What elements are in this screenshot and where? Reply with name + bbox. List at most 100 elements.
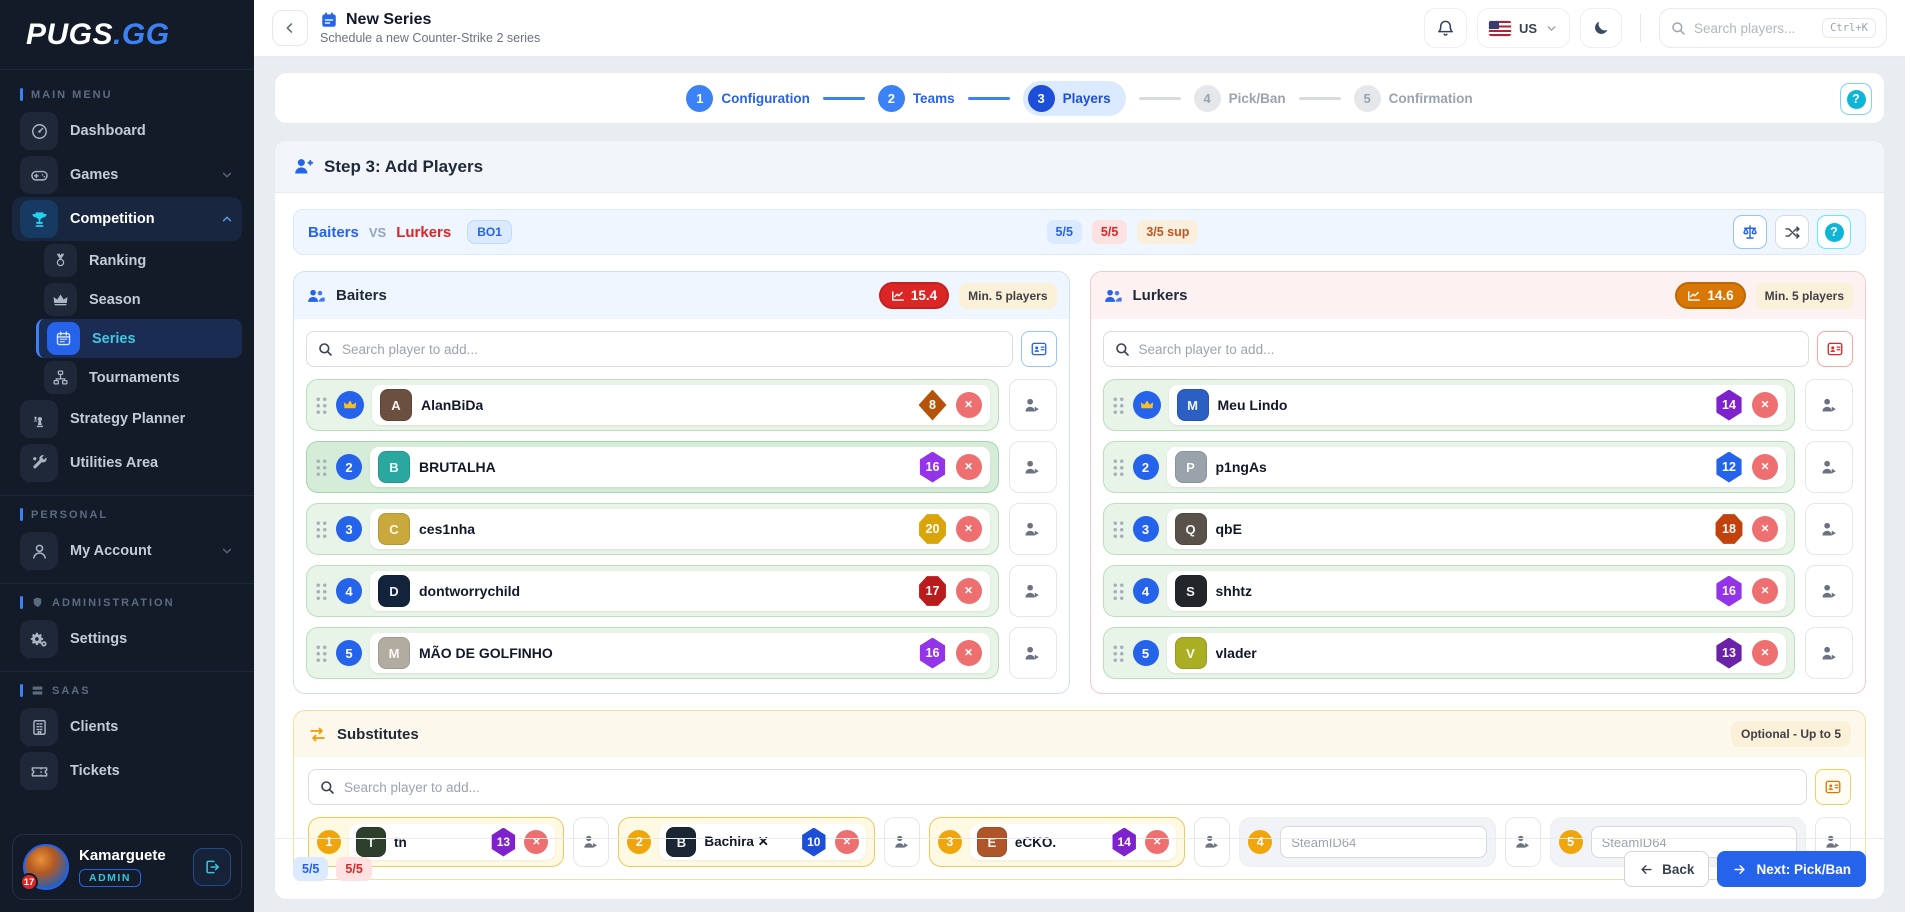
drag-handle-icon[interactable] xyxy=(315,396,328,415)
users-icon xyxy=(306,286,326,306)
remove-player-button[interactable] xyxy=(956,640,982,666)
dashboard-icon xyxy=(20,112,58,150)
top-header: New Series Schedule a new Counter-Strike… xyxy=(254,0,1905,56)
baiters-search-row xyxy=(306,331,1057,367)
person-arrow-icon xyxy=(1820,458,1839,477)
player-name: MÃO DE GOLFINHO xyxy=(419,645,553,661)
move-to-substitute-button[interactable] xyxy=(1805,503,1853,555)
lurkers-search-input[interactable] xyxy=(1139,342,1799,357)
sidebar-item-games[interactable]: Games xyxy=(12,153,242,197)
remove-player-button[interactable] xyxy=(956,578,982,604)
player-avatar: S xyxy=(1175,575,1207,607)
match-bar-actions xyxy=(1733,215,1851,249)
calendar-icon xyxy=(320,11,338,29)
min-players-badge: Min. 5 players xyxy=(1756,283,1853,309)
back-button[interactable]: Back xyxy=(1624,851,1709,887)
baiters-player-search[interactable] xyxy=(306,331,1013,367)
move-to-substitute-button[interactable] xyxy=(1805,441,1853,493)
sidebar-item-ranking[interactable]: Ranking xyxy=(36,241,242,280)
team-panels-row: Baiters 15.4 Min. 5 players xyxy=(293,271,1866,694)
sidebar-item-dashboard[interactable]: Dashboard xyxy=(12,109,242,153)
captain-crown-badge xyxy=(1133,391,1161,419)
drag-handle-icon[interactable] xyxy=(315,582,328,601)
move-to-substitute-button[interactable] xyxy=(1805,627,1853,679)
rating-badge: 13 xyxy=(1715,638,1743,669)
drag-handle-icon[interactable] xyxy=(315,520,328,539)
move-to-substitute-button[interactable] xyxy=(1805,565,1853,617)
sidebar-item-strategy-planner[interactable]: Strategy Planner xyxy=(12,397,242,441)
sidebar-item-season[interactable]: Season xyxy=(36,280,242,319)
drag-handle-icon[interactable] xyxy=(315,458,328,477)
locale-selector[interactable]: US xyxy=(1477,8,1570,48)
step-connector xyxy=(823,97,865,100)
logout-button[interactable] xyxy=(193,848,231,886)
step-players[interactable]: 3 Players xyxy=(1023,81,1126,116)
remove-player-button[interactable] xyxy=(1752,640,1778,666)
lurkers-search-row xyxy=(1103,331,1854,367)
player-row: M Meu Lindo 14 xyxy=(1103,379,1854,431)
remove-player-button[interactable] xyxy=(956,392,982,418)
sidebar-item-settings[interactable]: Settings xyxy=(12,617,242,661)
next-pick-ban-button[interactable]: Next: Pick/Ban xyxy=(1717,851,1866,887)
player-avatar: Q xyxy=(1175,513,1207,545)
dark-mode-toggle[interactable] xyxy=(1580,8,1622,48)
team-b-count-badge: 5/5 xyxy=(336,857,371,881)
step-configuration[interactable]: 1 Configuration xyxy=(686,85,809,112)
step-teams[interactable]: 2 Teams xyxy=(878,85,955,112)
drag-handle-icon[interactable] xyxy=(1112,396,1125,415)
step-number: 2 xyxy=(878,85,905,112)
sidebar-item-competition[interactable]: Competition xyxy=(12,197,242,241)
rating-badge: 14 xyxy=(1715,390,1743,421)
back-chevron-button[interactable] xyxy=(272,10,308,46)
remove-player-button[interactable] xyxy=(1752,454,1778,480)
sidebar-item-tickets[interactable]: Tickets xyxy=(12,749,242,793)
move-to-substitute-button[interactable] xyxy=(1009,379,1057,431)
subs-add-by-id-button[interactable] xyxy=(1815,769,1851,805)
remove-player-button[interactable] xyxy=(1752,392,1778,418)
move-to-substitute-button[interactable] xyxy=(1009,503,1057,555)
chevron-down-icon xyxy=(220,168,234,182)
sidebar-item-utilities-area[interactable]: Utilities Area xyxy=(12,441,242,485)
drag-handle-icon[interactable] xyxy=(1112,520,1125,539)
baiters-search-input[interactable] xyxy=(342,342,1002,357)
players-help-button[interactable] xyxy=(1817,215,1851,249)
drag-handle-icon[interactable] xyxy=(1112,644,1125,663)
remove-player-button[interactable] xyxy=(1752,578,1778,604)
move-to-substitute-button[interactable] xyxy=(1009,627,1057,679)
move-to-substitute-button[interactable] xyxy=(1009,565,1057,617)
move-to-substitute-button[interactable] xyxy=(1009,441,1057,493)
subs-player-search[interactable] xyxy=(308,769,1807,805)
question-icon xyxy=(1847,90,1866,109)
lurkers-player-search[interactable] xyxy=(1103,331,1810,367)
drag-handle-icon[interactable] xyxy=(315,644,328,663)
tools-icon xyxy=(20,444,58,482)
remove-player-button[interactable] xyxy=(956,454,982,480)
remove-player-button[interactable] xyxy=(956,516,982,542)
drag-handle-icon[interactable] xyxy=(1112,458,1125,477)
sidebar-item-series[interactable]: Series xyxy=(36,319,242,358)
bracket-icon xyxy=(44,361,77,394)
shuffle-players-button[interactable] xyxy=(1775,215,1809,249)
sidebar-item-tournaments[interactable]: Tournaments xyxy=(36,358,242,397)
lurkers-add-by-id-button[interactable] xyxy=(1817,331,1853,367)
sidebar-item-my-account[interactable]: My Account xyxy=(12,529,242,573)
stepper-help-button[interactable] xyxy=(1840,83,1872,115)
step-label: Teams xyxy=(913,91,955,106)
remove-player-button[interactable] xyxy=(1752,516,1778,542)
move-to-substitute-button[interactable] xyxy=(1805,379,1853,431)
notifications-button[interactable] xyxy=(1424,8,1467,48)
user-card[interactable]: 17 Kamarguete ADMIN xyxy=(12,834,242,900)
baiters-add-by-id-button[interactable] xyxy=(1021,331,1057,367)
search-input[interactable] xyxy=(1694,21,1814,36)
sidebar-item-clients[interactable]: Clients xyxy=(12,705,242,749)
drag-handle-icon[interactable] xyxy=(1112,582,1125,601)
person-arrow-icon xyxy=(1023,582,1042,601)
step-connector xyxy=(1299,97,1341,100)
player-name: BRUTALHA xyxy=(419,459,496,475)
main-area: New Series Schedule a new Counter-Strike… xyxy=(254,0,1905,912)
match-summary-bar: Baiters VS Lurkers BO1 5/5 5/5 3/5 sup xyxy=(293,209,1866,255)
balance-teams-button[interactable] xyxy=(1733,215,1767,249)
global-search[interactable]: Ctrl+K xyxy=(1659,8,1887,48)
subs-search-input[interactable] xyxy=(344,780,1796,795)
team-name: Baiters xyxy=(336,287,387,304)
